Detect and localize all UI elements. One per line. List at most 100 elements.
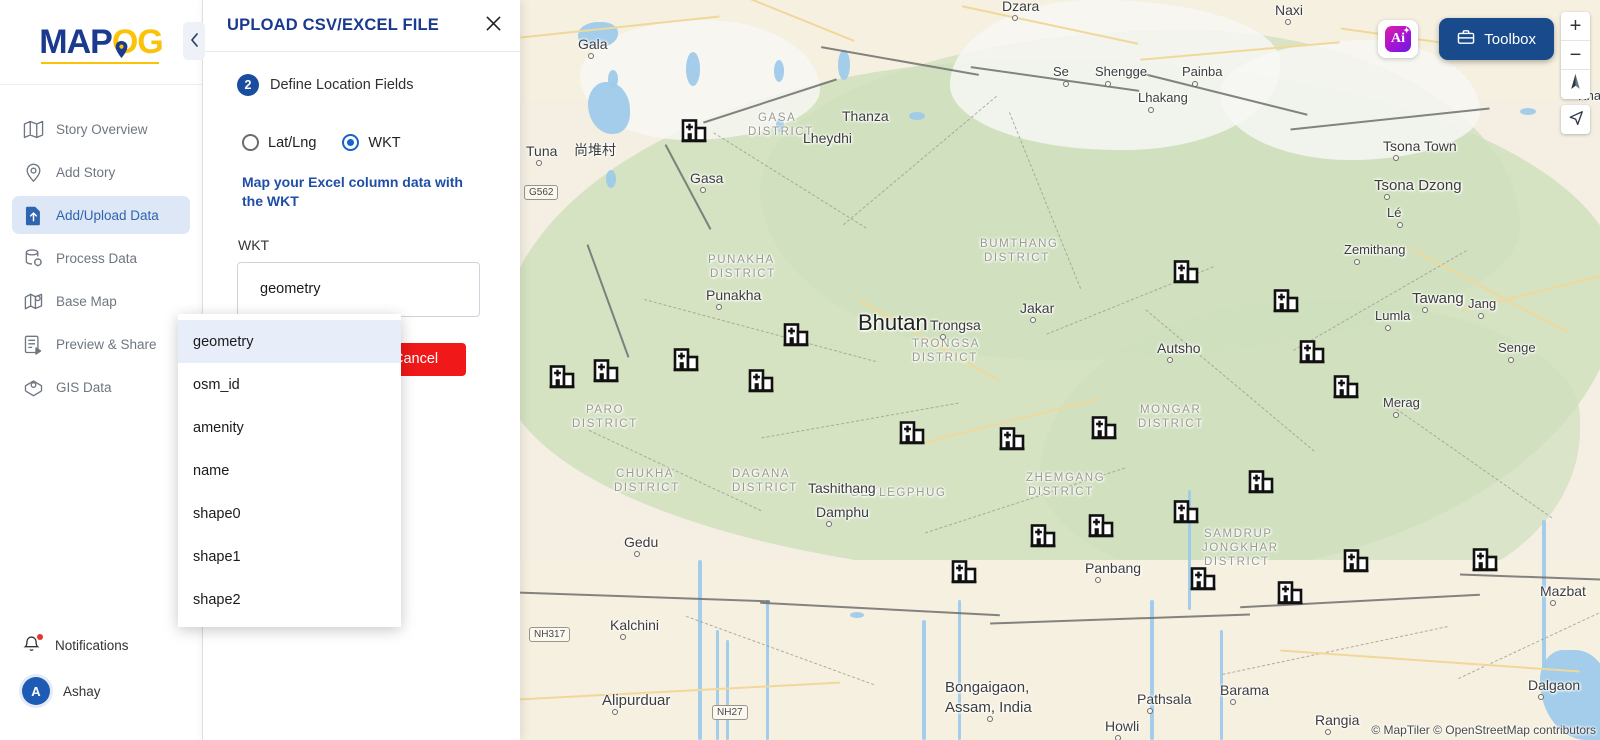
dropdown-option-osm_id[interactable]: osm_id — [178, 363, 401, 406]
zoom-out-button[interactable]: − — [1561, 41, 1590, 70]
sidebar-item-notifications[interactable]: Notifications — [0, 624, 202, 666]
sidebar-item-process-data[interactable]: Process Data — [12, 239, 190, 277]
hospital-marker-icon[interactable] — [1188, 564, 1218, 594]
zoom-in-button[interactable]: + — [1561, 12, 1590, 41]
hospital-marker-icon[interactable] — [1275, 578, 1305, 608]
map-river — [716, 630, 719, 740]
map-place-dot — [1354, 259, 1360, 265]
map-canvas[interactable]: Bhutan GASA DISTRICT PUNAKHA DISTRICT BUMTHAN… — [520, 0, 1600, 740]
hospital-marker-icon[interactable] — [897, 418, 927, 448]
hospital-marker-icon[interactable] — [1271, 286, 1301, 316]
map-road-shield: G562 — [524, 185, 559, 200]
sidebar-item-label: Add/Upload Data — [56, 207, 159, 223]
hospital-marker-icon[interactable] — [746, 366, 776, 396]
map-place-dot — [634, 551, 640, 557]
dropdown-option-shape0[interactable]: shape0 — [178, 492, 401, 535]
sidebar-item-add-upload-data[interactable]: Add/Upload Data — [12, 196, 190, 234]
map-place-dot — [1147, 708, 1153, 714]
map-place-dot — [987, 716, 993, 722]
hospital-marker-icon[interactable] — [1341, 546, 1371, 576]
map-place-dot — [1115, 735, 1121, 740]
location-pin-icon — [22, 161, 44, 183]
map-place-dot — [940, 334, 946, 340]
map-lake — [774, 60, 784, 82]
sidebar-item-base-map[interactable]: Base Map — [12, 282, 190, 320]
close-icon[interactable] — [485, 15, 502, 36]
sidebar-item-label: Base Map — [56, 293, 117, 309]
logo-underline — [41, 61, 159, 64]
hospital-marker-icon[interactable] — [1171, 257, 1201, 287]
sidebar-item-label: Preview & Share — [56, 336, 157, 352]
sidebar-item-user[interactable]: A Ashay — [0, 666, 202, 716]
map-river — [1220, 630, 1223, 740]
app-logo[interactable]: MAPOG — [0, 0, 202, 85]
plus-icon: + — [1569, 15, 1582, 37]
sidebar-footer: Notifications A Ashay — [0, 624, 202, 716]
avatar: A — [22, 677, 50, 705]
layers-pin-icon — [22, 290, 44, 312]
map-place-dot — [1285, 19, 1291, 25]
sidebar-item-label: Process Data — [56, 250, 138, 266]
map-road-shield: NH317 — [529, 627, 571, 642]
navigate-icon — [1568, 110, 1584, 130]
hospital-marker-icon[interactable] — [781, 320, 811, 350]
map-terrain-plain-south — [520, 560, 1600, 740]
dropdown-option-shape1[interactable]: shape1 — [178, 535, 401, 578]
radio-option-latlng[interactable]: Lat/Lng — [242, 134, 316, 151]
hospital-marker-icon[interactable] — [1470, 545, 1500, 575]
radio-option-wkt[interactable]: WKT — [342, 134, 401, 151]
dropdown-option-shape2[interactable]: shape2 — [178, 578, 401, 621]
hospital-marker-icon[interactable] — [1246, 467, 1276, 497]
compass-button[interactable] — [1561, 70, 1590, 99]
map-pin-icon — [115, 30, 128, 58]
compass-icon — [1569, 74, 1582, 95]
chevron-left-icon — [190, 32, 199, 50]
globe-pin-icon — [22, 376, 44, 398]
hospital-marker-icon[interactable] — [1089, 413, 1119, 443]
hospital-marker-icon[interactable] — [1297, 337, 1327, 367]
map-lake — [776, 118, 784, 132]
database-gear-icon — [22, 247, 44, 269]
wkt-hint-text: Map your Excel column data with the WKT — [242, 174, 463, 209]
map-lake — [588, 82, 630, 134]
hospital-marker-icon[interactable] — [997, 424, 1027, 454]
map-place-dot — [826, 521, 832, 527]
sidebar-item-add-story[interactable]: Add Story — [12, 153, 190, 191]
sidebar-item-gis-data[interactable]: GIS Data — [12, 368, 190, 406]
hospital-marker-icon[interactable] — [671, 345, 701, 375]
dropdown-option-name[interactable]: name — [178, 449, 401, 492]
wkt-select[interactable]: geometry — [237, 261, 480, 317]
list-share-icon — [22, 333, 44, 355]
hospital-marker-icon[interactable] — [1171, 497, 1201, 527]
ai-assistant-button[interactable]: Ai — [1378, 20, 1418, 58]
notification-badge — [37, 634, 43, 640]
hospital-marker-icon[interactable] — [1331, 372, 1361, 402]
hospital-marker-icon[interactable] — [547, 362, 577, 392]
map-locate-controls[interactable] — [1561, 105, 1590, 134]
hospital-marker-icon[interactable] — [1028, 521, 1058, 551]
wkt-field-label: WKT — [238, 236, 270, 253]
map-lake — [606, 170, 616, 188]
dropdown-option-amenity[interactable]: amenity — [178, 406, 401, 449]
step-indicator: 2 Define Location Fields — [237, 74, 496, 96]
hospital-marker-icon[interactable] — [949, 557, 979, 587]
map-lake — [608, 70, 618, 88]
map-place-dot — [1385, 325, 1391, 331]
hospital-marker-icon[interactable] — [1086, 511, 1116, 541]
wkt-column-dropdown[interactable]: geometry osm_id amenity name shape0 shape1 sha… — [178, 314, 401, 627]
locate-button[interactable] — [1561, 105, 1590, 134]
sidebar-item-preview-share[interactable]: Preview & Share — [12, 325, 190, 363]
bell-icon — [22, 634, 43, 655]
sidebar-collapse-button[interactable] — [183, 22, 205, 60]
file-upload-icon — [22, 204, 44, 226]
sidebar-item-story-overview[interactable]: Story Overview — [12, 110, 190, 148]
hospital-marker-icon[interactable] — [679, 116, 709, 146]
dropdown-option-geometry[interactable]: geometry — [178, 320, 401, 363]
map-zoom-controls[interactable]: + − — [1561, 12, 1590, 99]
map-place-dot — [1397, 222, 1403, 228]
map-place-dot — [1384, 194, 1390, 200]
toolbox-button[interactable]: Toolbox — [1439, 18, 1554, 60]
map-attribution: © MapTiler © OpenStreetMap contributors — [1371, 723, 1596, 737]
hospital-marker-icon[interactable] — [591, 356, 621, 386]
logo-text: MAPOG — [39, 25, 164, 64]
